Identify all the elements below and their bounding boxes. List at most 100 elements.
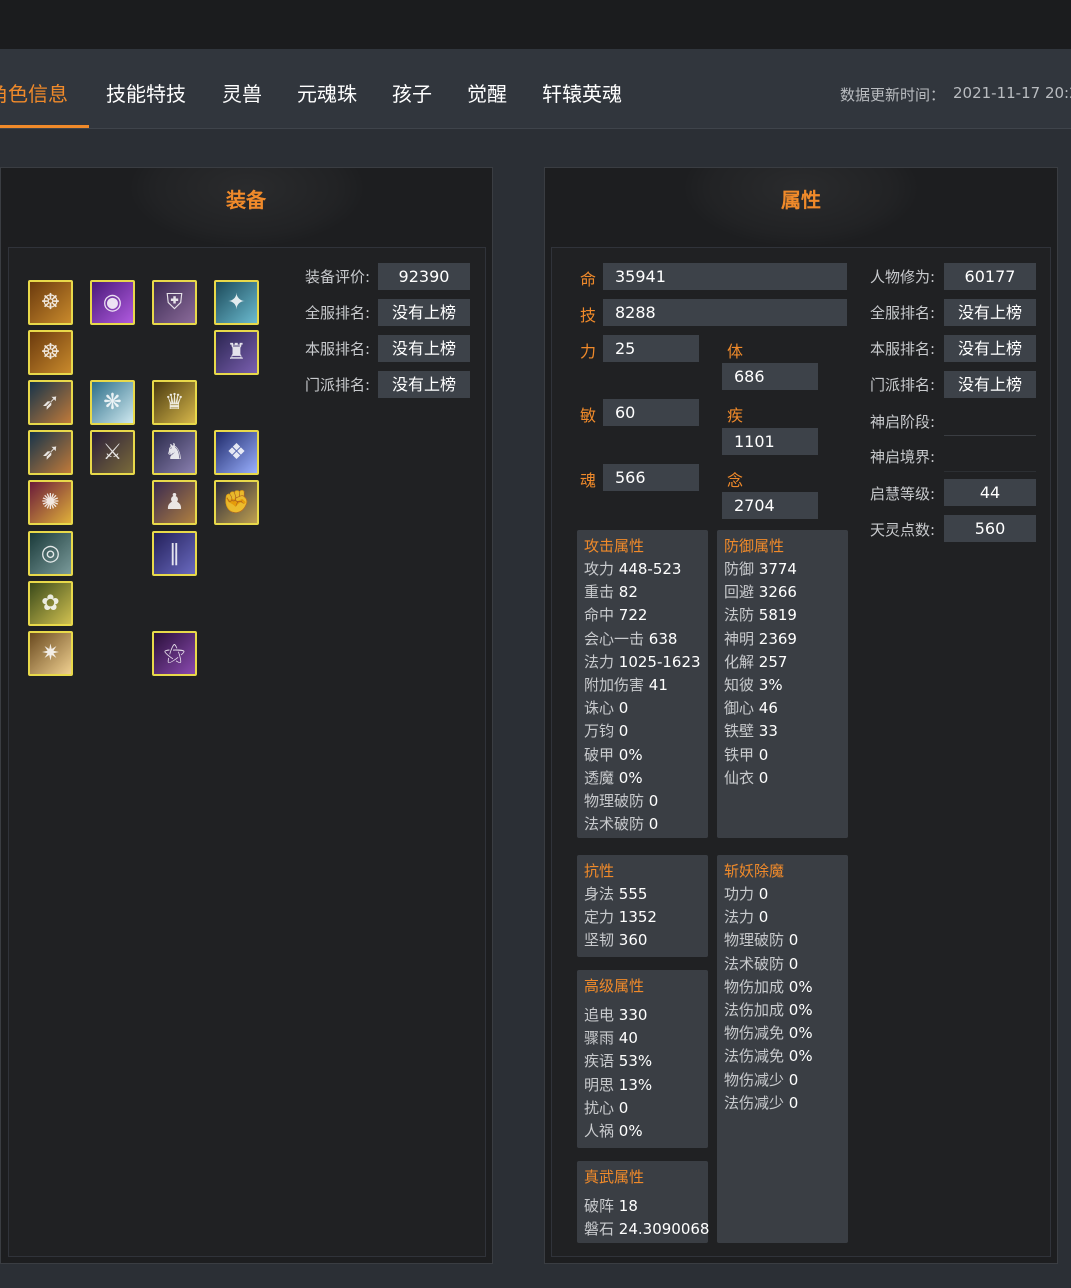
crystal-icon: ❖ — [226, 439, 247, 465]
attack-stats-box: 攻击属性 攻力 448-523 重击 82 命中 722 会心一击 638 法力 1025… — [577, 530, 708, 838]
attack-stat-row: 会心一击 638 — [584, 628, 677, 649]
update-time-value: 2021-11-17 20:2 — [953, 84, 1071, 102]
stat-value: 722 — [618, 606, 648, 625]
attr-shenqi-realm-label: 神启境界: — [870, 448, 936, 466]
demon-stat-row: 法力 0 — [724, 906, 768, 927]
equipment-slot-crown-icon[interactable]: ♛ — [152, 380, 197, 425]
attr-shenqi-stage-label: 神启阶段: — [870, 413, 936, 431]
attr-shenqi-realm-value — [944, 442, 1036, 472]
advanced-stat-row: 追电 330 — [584, 1004, 647, 1025]
equipment-title: 装备 — [226, 188, 266, 212]
equipment-slot-figure-icon[interactable]: ♞ — [152, 430, 197, 475]
crane-icon: ✦ — [227, 289, 246, 315]
equipment-slot-feather-icon[interactable]: ➶ — [28, 430, 73, 475]
equipment-slot-amulet-icon[interactable]: ☸ — [28, 330, 73, 375]
zhenwu-stat-row: 磐石 24.3090068 — [584, 1218, 709, 1239]
feather-icon: ➶ — [41, 389, 60, 415]
attr-jixing-value: 1101 — [722, 428, 818, 455]
demon-stats-title: 斩妖除魔 — [724, 862, 785, 880]
stat-value: 0 — [618, 699, 629, 718]
defense-stat-row: 防御 3774 — [724, 558, 797, 579]
demon-slaying-stats-box: 斩妖除魔 功力 0 法力 0 物理破防 0 法术破防 0 物伤加成 0% 法伤加成 0% 物伤… — [717, 855, 848, 1243]
equipment-slot-amulet-icon[interactable]: ☸ — [28, 280, 73, 325]
demon-stat-row: 法伤加成 0% — [724, 999, 813, 1020]
defense-stat-row: 铁壁 33 — [724, 720, 778, 741]
legs-icon: ‖ — [169, 540, 180, 566]
stat-value: 360 — [618, 931, 648, 950]
defense-stats-box: 防御属性 防御 3774 回避 3266 法防 5819 神明 2369 化解 257 知彼… — [717, 530, 848, 838]
attr-server-rank-value: 没有上榜 — [944, 335, 1036, 362]
stat-name: 知彼 — [724, 676, 755, 694]
equipment-slot-robe-icon[interactable]: ♜ — [214, 330, 259, 375]
attr-li-value: 25 — [603, 335, 699, 362]
attributes-title: 属性 — [781, 188, 821, 212]
zhenwu-stat-row: 破阵 18 — [584, 1195, 638, 1216]
attr-ji-value: 8288 — [603, 299, 847, 326]
stat-value: 82 — [618, 583, 638, 602]
attack-stat-row: 重击 82 — [584, 581, 638, 602]
stat-name: 物理破防 — [724, 931, 785, 950]
stat-name: 法伤减少 — [724, 1093, 785, 1112]
stat-value: 0% — [618, 1122, 643, 1140]
equipment-slot-blade-icon[interactable]: ⚔ — [90, 430, 135, 475]
attr-hun-label: 魂 — [580, 471, 597, 490]
equipment-slot-gauntlet-icon[interactable]: ✊ — [214, 480, 259, 525]
equipment-slot-crane-icon[interactable]: ✦ — [214, 280, 259, 325]
stat-name: 法伤减免 — [724, 1047, 785, 1066]
demon-stat-row: 物伤减少 0 — [724, 1069, 798, 1090]
tab-awakening[interactable]: 觉醒 — [467, 80, 507, 108]
figure-icon: ♞ — [164, 439, 185, 465]
equipment-slot-pendant-icon[interactable]: ✿ — [28, 581, 73, 626]
advanced-stats-box: 高级属性 追电 330 骤雨 40 疾语 53% 明思 13% 扰心 0 人祸 0% — [577, 970, 708, 1148]
tab-soul-orb[interactable]: 元魂珠 — [297, 80, 357, 108]
equipment-slot-claw-icon[interactable]: ⚝ — [152, 631, 197, 676]
tab-skills[interactable]: 技能特技 — [106, 80, 186, 108]
equipment-slot-ring-icon[interactable]: ◎ — [28, 531, 73, 576]
stat-value: 0% — [788, 1001, 813, 1019]
tab-character-info[interactable]: 角色信息 — [0, 80, 68, 108]
equipment-slot-medal-icon[interactable]: ✺ — [28, 480, 73, 525]
stat-value: 0 — [758, 885, 769, 903]
defense-stat-row: 神明 2369 — [724, 628, 797, 649]
stat-name: 回避 — [724, 583, 755, 602]
top-bar — [0, 0, 1071, 49]
demon-stat-row: 物伤减免 0% — [724, 1022, 813, 1043]
stat-value: 0 — [758, 908, 769, 927]
equipment-slot-orb-icon[interactable]: ◉ — [90, 280, 135, 325]
equipment-slot-legs-icon[interactable]: ‖ — [152, 531, 197, 576]
stat-value: 0 — [618, 722, 629, 741]
crown-icon: ♛ — [164, 389, 185, 415]
stat-value: 0 — [788, 954, 799, 973]
stat-name: 重击 — [584, 583, 615, 602]
stat-name: 疾语 — [584, 1052, 615, 1071]
equipment-slot-boots-icon[interactable]: ♟ — [152, 480, 197, 525]
stat-name: 诛心 — [584, 699, 615, 718]
equipment-slot-armor-icon[interactable]: ⛨ — [152, 280, 197, 325]
stat-name: 命中 — [584, 606, 615, 625]
equipment-slot-shell-icon[interactable]: ✷ — [28, 631, 73, 676]
equip-rating-value: 92390 — [378, 263, 470, 290]
stat-value: 0 — [648, 815, 659, 834]
tab-child[interactable]: 孩子 — [392, 80, 432, 108]
stat-name: 身法 — [584, 885, 615, 903]
stat-value: 3774 — [758, 560, 797, 578]
defense-stat-row: 回避 3266 — [724, 581, 797, 602]
tab-spirit-beast[interactable]: 灵兽 — [222, 80, 262, 108]
ring-icon: ◎ — [40, 540, 61, 566]
stat-name: 骤雨 — [584, 1029, 615, 1048]
advanced-stat-row: 扰心 0 — [584, 1097, 628, 1118]
stat-value: 0 — [618, 1098, 629, 1117]
tab-xuanyuan-soul[interactable]: 轩辕英魂 — [542, 80, 622, 108]
attr-nian-label: 念 — [727, 471, 744, 490]
equipment-slot-feather-icon[interactable]: ➶ — [28, 380, 73, 425]
stat-value: 0% — [788, 977, 813, 996]
equipment-slot-wing-icon[interactable]: ❋ — [90, 380, 135, 425]
zhenwu-stats-title: 真武属性 — [584, 1168, 645, 1186]
stat-value: 3% — [758, 676, 783, 694]
stat-name: 铁壁 — [724, 722, 755, 741]
demon-stat-row: 功力 0 — [724, 883, 768, 904]
advanced-stats-title: 高级属性 — [584, 977, 645, 995]
equipment-slot-crystal-icon[interactable]: ❖ — [214, 430, 259, 475]
attr-school-rank-value: 没有上榜 — [944, 371, 1036, 398]
attr-nian-value: 2704 — [722, 492, 818, 519]
